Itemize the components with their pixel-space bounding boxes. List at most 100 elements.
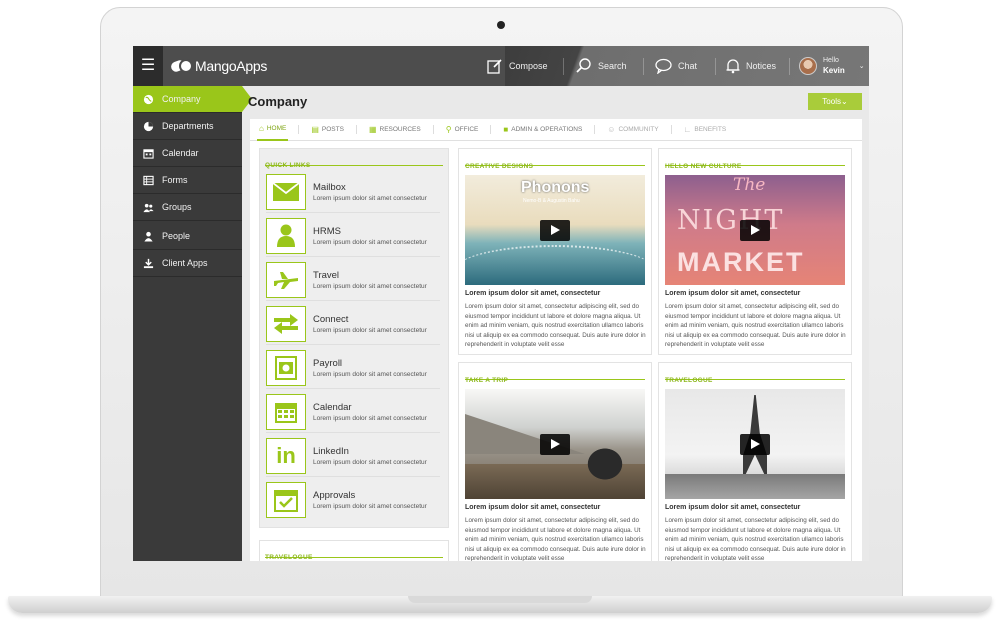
quick-links-heading: QUICK LINKS [265, 162, 311, 169]
video-subtitle: Nemo-B & Augustin Bahu [523, 198, 580, 204]
pin-icon: ⚲ [445, 125, 452, 134]
mango-logo-icon [171, 59, 193, 73]
app-name: MangoApps [195, 58, 268, 74]
pie-icon [143, 121, 154, 131]
sidebar-item-groups[interactable]: Groups [133, 194, 242, 221]
download-icon [143, 258, 154, 268]
card-creative-designs[interactable]: CREATIVE DESIGNS Phonons Nemo-B & August… [458, 148, 652, 355]
search-button[interactable]: Search [576, 46, 627, 86]
play-icon[interactable] [540, 434, 570, 455]
tab-community[interactable]: ☺ COMMUNITY [605, 119, 660, 141]
resources-icon: ▦ [368, 125, 377, 134]
calendar-icon [266, 393, 306, 430]
card-take-a-trip[interactable]: TAKE A TRIP Lorem ipsum dolor sit amet, … [458, 362, 652, 561]
compose-label: Compose [509, 61, 548, 71]
globe-icon [143, 94, 154, 104]
sidebar-item-label: Forms [162, 175, 188, 185]
card-body: Lorem ipsum dolor sit amet, consectetur … [465, 303, 646, 349]
main-content: Company Tools⌄ ⌂ HOME ▤ POSTS ▦ RESOURCES ⚲… [242, 86, 869, 561]
card-body: Lorem ipsum dolor sit amet, consectetur … [465, 517, 646, 561]
compose-icon [487, 59, 502, 74]
sidebar-item-label: Client Apps [162, 258, 208, 268]
notices-label: Notices [746, 61, 777, 71]
page-title: Company [248, 94, 308, 109]
groups-icon [143, 203, 154, 212]
card-body: Lorem ipsum dolor sit amet, consectetur … [665, 517, 846, 561]
sidebar-item-label: People [162, 231, 191, 241]
sidebar-item-label: Company [162, 94, 201, 104]
card-title: Lorem ipsum dolor sit amet, consectetur [665, 504, 801, 511]
tab-benefits[interactable]: ∟ BENEFITS [682, 119, 729, 141]
hamburger-icon[interactable]: ☰ [133, 46, 163, 86]
compose-button[interactable]: Compose [487, 46, 548, 86]
travelogue-widget: TRAVELOGUE [259, 540, 449, 561]
video-thumbnail[interactable] [465, 389, 645, 499]
card-label: TRAVELOGUE [665, 377, 713, 384]
home-panel: QUICK LINKS Mailbox Lorem ipsum dolor sit… [250, 141, 862, 561]
money-icon [266, 349, 306, 386]
play-icon[interactable] [740, 434, 770, 455]
app-screen: ☰ MangoApps Compose Search Chat Notices [133, 46, 869, 561]
quick-link-hrms[interactable]: HRMS Lorem ipsum dolor sit amet consectet… [266, 215, 440, 257]
card-label: HELLO NEW CULTURE [665, 163, 742, 170]
card-title: Lorem ipsum dolor sit amet, consectetur [465, 504, 601, 511]
sidebar-item-label: Calendar [162, 148, 199, 158]
chat-icon [655, 58, 672, 74]
play-icon[interactable] [540, 220, 570, 241]
card-travelogue[interactable]: TRAVELOGUE Lorem ipsum dolor sit amet, c… [658, 362, 852, 561]
tools-button[interactable]: Tools⌄ [808, 93, 862, 110]
quick-link-linkedin[interactable]: in LinkedIn Lorem ipsum dolor sit amet co… [266, 435, 440, 477]
community-icon: ☺ [607, 125, 616, 134]
user-menu[interactable]: Hello Kevin ⌄ [799, 46, 865, 86]
top-bar: ☰ MangoApps Compose Search Chat Notices [133, 46, 869, 86]
user-name: Kevin [823, 66, 845, 75]
calendar-icon [143, 148, 154, 159]
card-label: CREATIVE DESIGNS [465, 163, 534, 170]
quick-link-mailbox[interactable]: Mailbox Lorem ipsum dolor sit amet consec… [266, 171, 440, 213]
laptop-notch [408, 596, 592, 603]
tab-home[interactable]: ⌂ HOME [257, 119, 289, 141]
card-label: TAKE A TRIP [465, 377, 509, 384]
tab-posts[interactable]: ▤ POSTS [309, 119, 346, 141]
sidebar-item-company[interactable]: Company [133, 86, 252, 113]
forms-icon [143, 175, 154, 185]
posts-icon: ▤ [311, 125, 319, 134]
play-icon[interactable] [740, 220, 770, 241]
person-icon [266, 217, 306, 254]
sidebar-item-label: Departments [162, 121, 214, 131]
search-icon [576, 58, 591, 73]
home-icon: ⌂ [259, 124, 264, 133]
chat-button[interactable]: Chat [655, 46, 697, 86]
plane-icon [266, 261, 306, 298]
quick-link-approvals[interactable]: Approvals Lorem ipsum dolor sit amet cons… [266, 479, 440, 521]
quick-link-calendar[interactable]: Calendar Lorem ipsum dolor sit amet conse… [266, 391, 440, 433]
search-label: Search [598, 61, 627, 71]
video-thumbnail[interactable]: Phonons Nemo-B & Augustin Bahu [465, 175, 645, 285]
quick-link-travel[interactable]: Travel Lorem ipsum dolor sit amet consect… [266, 259, 440, 301]
card-title: Lorem ipsum dolor sit amet, consectetur [665, 290, 801, 297]
quick-link-payroll[interactable]: Payroll Lorem ipsum dolor sit amet consec… [266, 347, 440, 389]
card-hello-new-culture[interactable]: HELLO NEW CULTURE The NIGHT MARKET Lorem… [658, 148, 852, 355]
sidebar-item-forms[interactable]: Forms [133, 167, 242, 194]
quick-link-connect[interactable]: Connect Lorem ipsum dolor sit amet consec… [266, 303, 440, 345]
tab-office[interactable]: ⚲ OFFICE [444, 119, 481, 141]
sidebar-item-calendar[interactable]: Calendar [133, 140, 242, 167]
app-logo[interactable]: MangoApps [171, 57, 267, 75]
tab-admin-operations[interactable]: ■ ADMIN & OPERATIONS [501, 119, 584, 141]
chevron-down-icon: ⌄ [840, 97, 848, 106]
card-body: Lorem ipsum dolor sit amet, consectetur … [665, 303, 846, 349]
video-thumbnail[interactable] [665, 389, 845, 499]
tab-resources[interactable]: ▦ RESOURCES [367, 119, 423, 141]
video-thumbnail[interactable]: The NIGHT MARKET [665, 175, 845, 285]
mail-icon [266, 173, 306, 210]
sidebar-item-client-apps[interactable]: Client Apps [133, 250, 242, 277]
sidebar-item-departments[interactable]: Departments [133, 113, 242, 140]
notices-button[interactable]: Notices [726, 46, 776, 86]
tab-bar: ⌂ HOME ▤ POSTS ▦ RESOURCES ⚲ OFFICE ■ ADMIN &… [250, 119, 862, 141]
chat-label: Chat [678, 61, 698, 71]
quick-links-panel: QUICK LINKS Mailbox Lorem ipsum dolor sit… [259, 148, 449, 528]
sidebar-item-people[interactable]: People [133, 223, 242, 250]
user-greeting: Hello [823, 57, 839, 64]
sidebar-item-label: Groups [162, 202, 192, 212]
lock-icon: ■ [503, 125, 509, 134]
